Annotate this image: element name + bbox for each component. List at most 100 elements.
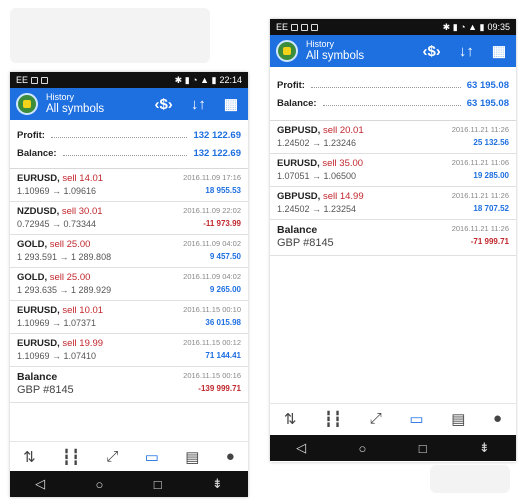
back-icon[interactable]: ◁ [296,440,306,456]
calendar-icon[interactable]: ▦ [492,42,506,60]
history-icon[interactable]: ▭ [145,448,159,466]
app-logo-icon[interactable] [276,40,298,62]
notifications-icon[interactable]: ⇟ [212,476,223,492]
deal-profit: 18 955.53 [205,186,241,195]
trade-icon[interactable]: ⤢ [106,448,118,465]
deal-time: 2016.11.09 04:02 [183,272,241,281]
deal-action: sell 35.00 [322,158,364,169]
deal-time: 2016.11.15 00:10 [183,305,241,314]
background-blur [430,465,510,493]
notification-icon [291,23,299,31]
appbar-subtitle: History [46,91,75,102]
appbar-title[interactable]: All symbols [46,103,154,116]
signal-icon: ✱ ▮ ◔ ▲ ▮ [442,21,485,32]
notifications-icon[interactable]: ⇟ [479,440,490,456]
deal-profit: 9 457.50 [209,252,241,261]
balance-row[interactable]: Balance GBP #8145 2016.11.15 00:16 -139 … [10,367,248,403]
calendar-icon[interactable]: ▦ [224,95,238,113]
app-logo-icon[interactable] [16,93,38,115]
leader-dots [310,86,461,88]
background-blur [10,8,210,63]
balance-label: Balance: [17,147,57,159]
deal-row[interactable]: GOLD, sell 25.00 1 293.591 → 1 289.808 2… [10,235,248,268]
deal-row[interactable]: GBPUSD, sell 20.01 1.24502 → 1.23246 201… [270,121,516,154]
deal-row[interactable]: GBPUSD, sell 14.99 1.24502 → 1.23254 201… [270,187,516,220]
quotes-icon[interactable]: ⇅ [23,448,36,466]
recents-icon[interactable]: □ [419,441,427,456]
chart-icon[interactable]: ┇┇ [324,410,342,428]
notification-icon [31,76,39,84]
back-icon[interactable]: ◁ [35,476,45,492]
system-navigation-bar: ◁ ○ □ ⇟ [10,471,248,497]
deal-prices: 1 293.591 → 1 289.808 [17,252,112,262]
carrier-label: EE [16,75,29,85]
leader-dots [322,104,461,106]
clock: 09:35 [487,22,510,32]
profit-label: Profit: [17,129,45,141]
carrier-label: EE [276,22,289,32]
deal-row[interactable]: NZDUSD, sell 30.01 0.72945 → 0.73344 201… [10,202,248,235]
deal-symbol: EURUSD, [17,305,60,316]
deal-profit: 71 144.41 [205,351,241,360]
deal-profit: 25 132.56 [473,138,509,147]
deal-row[interactable]: GOLD, sell 25.00 1 293.635 → 1 289.929 2… [10,268,248,301]
currency-exchange-icon[interactable]: ‹$› [154,96,172,113]
deal-prices: 1 293.635 → 1 289.929 [17,285,112,295]
news-icon[interactable]: ▤ [185,448,199,466]
deal-action: sell 10.01 [62,305,104,316]
deal-time: 2016.11.15 00:12 [183,338,241,347]
notification-icon [301,23,309,31]
balance-value: 63 195.08 [466,97,509,109]
profit-value: 132 122.69 [193,129,241,141]
home-icon[interactable]: ○ [96,477,104,492]
left-phone-screen: EE ✱ ▮ ◔ ▲ ▮ 22:14 History All symbols ‹… [10,72,248,497]
appbar-title[interactable]: All symbols [306,50,422,63]
profit-value: 63 195.08 [466,79,509,91]
balance-row[interactable]: Balance GBP #8145 2016.11.21 11:26 -71 9… [270,220,516,256]
deal-row[interactable]: EURUSD, sell 10.01 1.10969 → 1.07371 201… [10,301,248,334]
deal-profit: -11 973.99 [203,219,241,228]
app-bar: History All symbols ‹$› ↓↑ ▦ [10,88,248,120]
balance-value: 132 122.69 [193,147,241,159]
deal-time: 2016.11.15 00:16 [183,371,241,380]
summary-panel: Profit: 63 195.08 Balance: 63 195.08 [270,67,516,121]
deal-symbol: GOLD, [17,239,48,250]
leader-dots [62,154,188,156]
currency-exchange-icon[interactable]: ‹$› [422,43,440,60]
status-bar: EE ✱ ▮ ◔ ▲ ▮ 09:35 [270,19,516,35]
chart-icon[interactable]: ┇┇ [62,448,80,466]
deal-row[interactable]: EURUSD, sell 35.00 1.07051 → 1.06500 201… [270,154,516,187]
deal-symbol: EURUSD, [277,158,320,169]
notification-icon [311,23,319,31]
deal-symbol: GBPUSD, [277,191,321,202]
deal-row[interactable]: EURUSD, sell 14.01 1.10969 → 1.09616 201… [10,169,248,202]
signal-icon: ✱ ▮ ◔ ▲ ▮ [174,74,217,85]
trade-icon[interactable]: ⤢ [370,410,382,427]
news-icon[interactable]: ▤ [451,410,465,428]
deal-time: 2016.11.09 17:16 [183,173,241,182]
deal-action: sell 14.99 [322,191,364,202]
history-icon[interactable]: ▭ [409,410,423,428]
deal-row[interactable]: EURUSD, sell 19.99 1.10969 → 1.07410 201… [10,334,248,367]
sort-icon[interactable]: ↓↑ [459,43,474,60]
sort-icon[interactable]: ↓↑ [191,96,206,113]
deal-symbol: GBPUSD, [277,125,321,136]
deal-action: sell 25.00 [49,239,91,250]
chat-icon[interactable]: ● [226,448,235,465]
bottom-navigation: ⇅ ┇┇ ⤢ ▭ ▤ ● [10,441,248,471]
chat-icon[interactable]: ● [493,410,502,427]
deal-action: sell 14.01 [62,173,104,184]
deal-symbol: EURUSD, [17,338,60,349]
home-icon[interactable]: ○ [359,441,367,456]
deal-action: sell 25.00 [49,272,91,283]
deal-symbol: NZDUSD, [17,206,60,217]
recents-icon[interactable]: □ [154,477,162,492]
deal-profit: -71 999.71 [470,237,509,246]
profit-label: Profit: [277,79,305,91]
status-bar: EE ✱ ▮ ◔ ▲ ▮ 22:14 [10,72,248,88]
quotes-icon[interactable]: ⇅ [284,410,297,428]
deal-action: sell 30.01 [61,206,103,217]
deal-profit: 9 265.00 [209,285,241,294]
deal-time: 2016.11.21 11:06 [451,158,509,167]
bottom-navigation: ⇅ ┇┇ ⤢ ▭ ▤ ● [270,403,516,433]
